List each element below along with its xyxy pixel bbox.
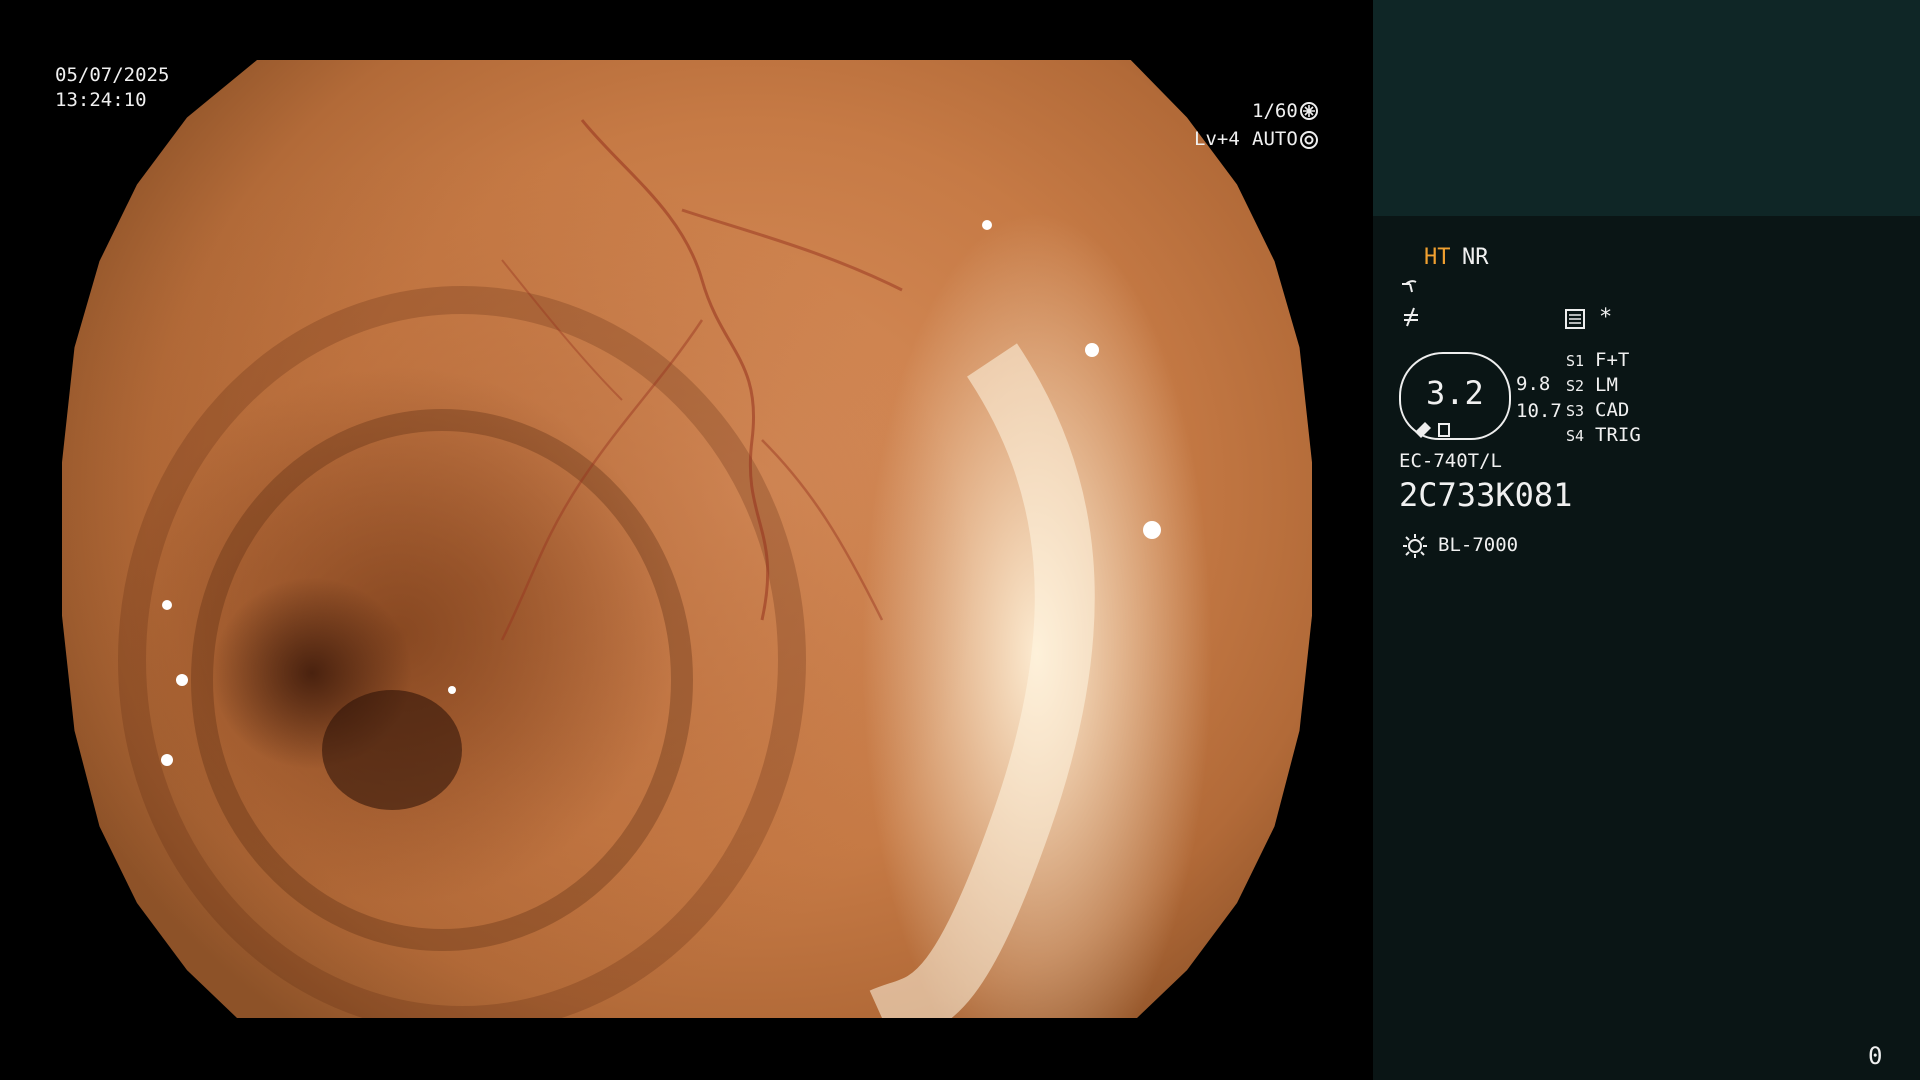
light-source-label: BL-7000: [1438, 534, 1519, 556]
shutter-icon: [1300, 102, 1318, 120]
switch-key: S1: [1566, 352, 1585, 370]
zoom-side-1: 9.8: [1516, 373, 1551, 395]
shutter-speed-label: 1/60: [1252, 100, 1298, 122]
level-label: Lv+4: [1194, 128, 1240, 150]
mode-ht-label: HT: [1424, 245, 1451, 270]
endoscope-view: 05/07/2025 13:24:10 1/60 Lv+4 AUTO: [0, 0, 1373, 1080]
auto-iris-icon: [1300, 131, 1318, 149]
zoom-value: 3.2: [1426, 374, 1484, 412]
date-label: 05/07/2025: [55, 64, 170, 86]
counter-label: 0: [1868, 1042, 1883, 1070]
switch-key: S4: [1566, 427, 1585, 445]
light-icon: [1403, 534, 1427, 558]
iris-mode-label: AUTO: [1252, 128, 1298, 150]
color-tone-icon: [1404, 307, 1418, 327]
switch-value: CAD: [1595, 399, 1630, 421]
time-label: 13:24:10: [55, 89, 147, 111]
switch-key: S3: [1566, 402, 1585, 420]
record-icon: [1565, 309, 1585, 329]
switch-key: S2: [1566, 377, 1585, 395]
endoscopic-image: [62, 60, 1312, 1018]
star-indicator: *: [1599, 305, 1613, 330]
switch-value: LM: [1595, 374, 1618, 396]
mode-nr-label: NR: [1462, 245, 1489, 270]
switch-value: F+T: [1595, 349, 1630, 371]
enhancement-icon: [1402, 280, 1417, 293]
serial-number: 2C733K081: [1399, 476, 1573, 514]
scope-model-label: EC-740T/L: [1399, 450, 1502, 472]
switch-value: TRIG: [1595, 424, 1641, 446]
scope-tip-icon: [1415, 422, 1450, 438]
sidebar-header-area: [1373, 0, 1920, 216]
zoom-side-2: 10.7: [1516, 400, 1562, 422]
